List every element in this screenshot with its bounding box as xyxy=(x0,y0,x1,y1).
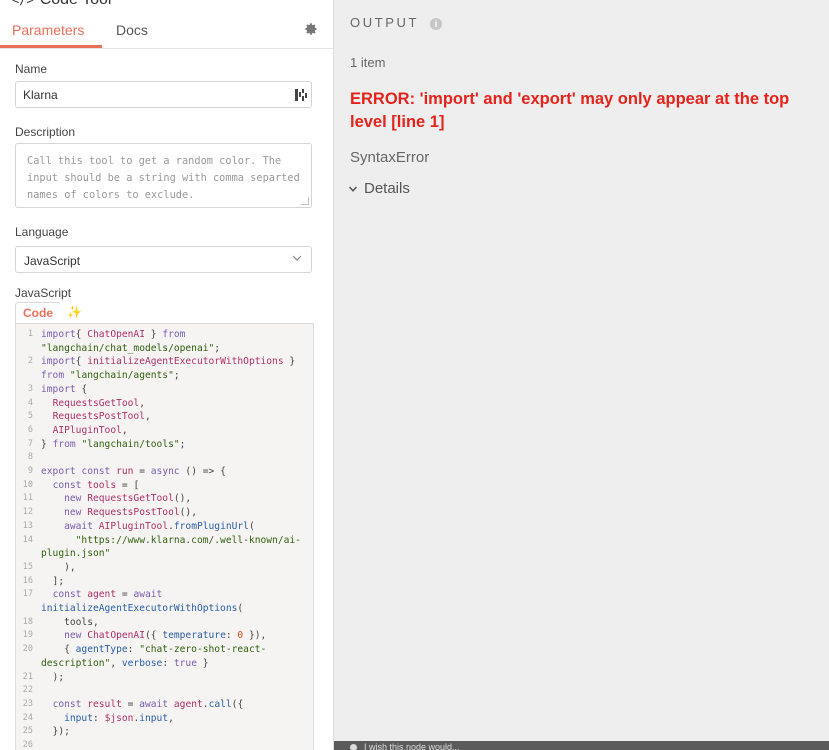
language-selected-value: JavaScript xyxy=(24,254,81,268)
line-number: 23 xyxy=(22,698,33,709)
line-number: 5 xyxy=(27,411,33,422)
code-text: import{ initializeAgentExecutorWithOptio… xyxy=(41,356,296,368)
code-text: RequestsPostTool, xyxy=(52,411,151,423)
line-number: 8 xyxy=(27,452,33,463)
output-panel: OUTPUT i 1 item ERROR: 'import' and 'exp… xyxy=(334,0,829,750)
code-editor[interactable]: 1 import{ ChatOpenAI } from "langchain/cha… xyxy=(15,323,314,750)
tab-parameters[interactable]: Parameters xyxy=(12,22,84,38)
code-text: description", verbose: true } xyxy=(41,657,209,669)
line-number: 26 xyxy=(22,740,33,750)
description-textarea[interactable]: Call this tool to get a random color. Th… xyxy=(27,153,305,203)
code-text: new ChatOpenAI({ temperature: 0 }), xyxy=(64,630,267,642)
item-count: 1 item xyxy=(350,55,386,70)
description-label: Description xyxy=(15,125,76,139)
panel-title: </> Code Tool xyxy=(12,0,111,10)
line-number: 2 xyxy=(27,356,33,367)
active-tab-indicator xyxy=(0,45,102,48)
name-label: Name xyxy=(15,62,48,76)
chevron-down-icon xyxy=(348,185,358,192)
line-number: 25 xyxy=(22,726,33,737)
line-number: 4 xyxy=(27,397,33,408)
code-text: "https://www.klarna.com/.well-known/ai- xyxy=(75,534,301,546)
code-text: await AIPluginTool.fromPluginUrl( xyxy=(64,520,255,532)
tab-bar: Parameters Docs xyxy=(0,14,333,49)
language-label: Language xyxy=(15,225,69,239)
code-text: const result = await agent.call({ xyxy=(52,698,244,710)
line-number: 9 xyxy=(27,466,33,476)
code-text: "langchain/chat_models/openai"; xyxy=(41,342,221,354)
code-text: { agentType: "chat-zero-shot-react- xyxy=(41,644,267,656)
error-type: SyntaxError xyxy=(350,149,430,166)
gear-icon[interactable] xyxy=(303,22,319,38)
description-field[interactable]: Call this tool to get a random color. Th… xyxy=(15,143,312,208)
code-text: tools, xyxy=(41,616,99,628)
error-message: ERROR: 'import' and 'export' may only ap… xyxy=(350,90,790,131)
parameters-panel: </> Code Tool Parameters Docs Name Descr… xyxy=(0,0,334,750)
line-number: 16 xyxy=(22,575,33,586)
code-text: from "langchain/agents"; xyxy=(41,370,180,382)
line-number: 15 xyxy=(22,561,33,572)
tab-ask-ai[interactable]: ✨ Ask AI xyxy=(60,302,94,361)
resize-handle-icon[interactable] xyxy=(301,197,309,205)
feedback-text: I wish this node would... xyxy=(364,742,460,750)
chevron-down-icon xyxy=(292,255,302,261)
code-text: ); xyxy=(41,671,65,683)
language-select[interactable]: JavaScript xyxy=(15,246,312,273)
code-text: RequestsGetTool, xyxy=(52,397,145,409)
feedback-bar[interactable]: I wish this node would... xyxy=(334,741,829,750)
line-number: 3 xyxy=(27,383,33,394)
code-label: JavaScript xyxy=(15,286,72,300)
line-number: 13 xyxy=(22,520,33,531)
line-number: 6 xyxy=(27,424,33,435)
name-input[interactable] xyxy=(23,88,283,102)
code-text: new RequestsGetTool(), xyxy=(64,493,192,505)
line-number: 20 xyxy=(22,644,33,655)
code-text: initializeAgentExecutorWithOptions( xyxy=(41,603,244,614)
line-number: 21 xyxy=(22,671,33,682)
info-icon[interactable]: i xyxy=(430,18,442,30)
panel-title-text: Code Tool xyxy=(40,0,112,9)
code-text: export const run = async () => { xyxy=(41,466,226,477)
line-number: 22 xyxy=(22,685,33,696)
code-text: ]; xyxy=(41,575,65,587)
line-number: 18 xyxy=(22,616,33,627)
line-number: 11 xyxy=(22,493,33,504)
tab-code[interactable]: Code xyxy=(15,302,61,323)
details-label: Details xyxy=(364,180,410,197)
expression-icon[interactable] xyxy=(295,88,307,102)
code-text: const agent = await xyxy=(52,589,163,601)
code-text: const tools = [ xyxy=(52,479,140,491)
line-number: 10 xyxy=(22,479,33,490)
tab-docs[interactable]: Docs xyxy=(116,22,148,38)
line-number: 1 xyxy=(27,329,33,339)
feedback-icon xyxy=(350,744,357,750)
code-text: AIPluginTool, xyxy=(52,424,128,436)
code-text: import { xyxy=(41,383,88,395)
details-toggle[interactable]: Details xyxy=(348,180,410,197)
code-text: new RequestsPostTool(), xyxy=(64,507,197,519)
output-title: OUTPUT xyxy=(350,15,420,30)
code-text: input: $json.input, xyxy=(64,712,174,724)
code-text: ), xyxy=(41,561,76,573)
code-icon: </> xyxy=(12,0,34,7)
line-number: 17 xyxy=(22,589,33,600)
code-text: import{ ChatOpenAI } from xyxy=(41,329,186,340)
line-number: 14 xyxy=(22,534,33,545)
line-number: 24 xyxy=(22,712,33,723)
code-text: plugin.json" xyxy=(41,548,111,560)
line-number: 7 xyxy=(27,438,33,449)
name-field[interactable] xyxy=(15,81,312,108)
line-number: 19 xyxy=(22,630,33,641)
code-text: }); xyxy=(41,726,70,738)
code-text: } from "langchain/tools"; xyxy=(41,438,186,450)
line-number: 12 xyxy=(22,507,33,518)
